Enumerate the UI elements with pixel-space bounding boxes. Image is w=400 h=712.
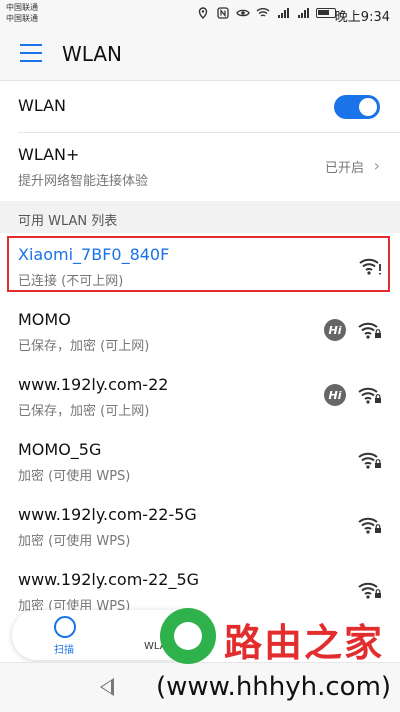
signal-4g-icon xyxy=(276,6,290,20)
network-row-3[interactable]: MOMO_5G 加密 (可使用 WPS) xyxy=(0,430,400,492)
network-status: 加密 (可使用 WPS) xyxy=(18,469,131,484)
toggle-knob xyxy=(359,98,377,116)
hi-icon: Hi xyxy=(324,319,346,341)
network-row-2[interactable]: www.192ly.com-22 已保存，加密 (可上网) Hi xyxy=(0,365,400,427)
highlight-box xyxy=(7,236,390,292)
page-title: WLAN xyxy=(62,42,123,66)
menu-icon[interactable] xyxy=(20,44,42,62)
wlan-row[interactable]: WLAN xyxy=(0,81,400,133)
watermark-title: 路由之家 xyxy=(224,621,385,665)
back-icon[interactable] xyxy=(100,678,114,696)
status-time: 晚上9:34 xyxy=(334,10,390,25)
status-icons xyxy=(196,6,336,20)
battery-icon xyxy=(316,8,336,18)
nfc-icon xyxy=(216,6,230,20)
network-status: 已保存，加密 (可上网) xyxy=(18,404,150,419)
status-bar: 中国联通 中国联通 晚上9:34 xyxy=(0,0,400,28)
network-name: www.192ly.com-22_5G xyxy=(18,570,200,589)
network-row-1[interactable]: MOMO 已保存，加密 (可上网) Hi xyxy=(0,300,400,362)
wlan-toggle[interactable] xyxy=(334,95,380,119)
network-name: MOMO xyxy=(18,310,71,329)
watermark-url: (www.hhhyh.com) xyxy=(156,672,392,702)
eye-icon xyxy=(236,6,250,20)
wifi-locked-icon xyxy=(358,452,381,469)
carrier-1: 中国联通 xyxy=(6,3,38,12)
wifi-locked-icon xyxy=(358,517,381,534)
signal-2g-icon xyxy=(296,6,310,20)
wifi-status-icon xyxy=(256,6,270,20)
wifi-locked-icon xyxy=(358,582,381,599)
network-name: www.192ly.com-22 xyxy=(18,375,169,394)
network-status: 加密 (可使用 WPS) xyxy=(18,534,131,549)
location-icon xyxy=(196,6,210,20)
wlan-label: WLAN xyxy=(18,96,67,115)
network-status: 已保存，加密 (可上网) xyxy=(18,339,150,354)
watermark: 路由之家 (www.hhhyh.com) xyxy=(150,600,400,711)
scan-icon xyxy=(54,616,76,638)
network-row-4[interactable]: www.192ly.com-22-5G 加密 (可使用 WPS) xyxy=(0,495,400,557)
wifi-locked-icon xyxy=(358,387,381,404)
scan-label: 扫描 xyxy=(54,645,74,656)
watermark-logo-icon xyxy=(160,608,216,664)
wifi-locked-icon xyxy=(358,322,381,339)
divider xyxy=(18,132,400,133)
chevron-right-icon: › xyxy=(373,156,380,175)
wlan-plus-row[interactable]: WLAN+ 提升网络智能连接体验 已开启 › xyxy=(0,134,400,201)
section-header-label: 可用 WLAN 列表 xyxy=(18,214,118,229)
app-toolbar: WLAN xyxy=(0,28,400,81)
wlan-plus-state: 已开启 xyxy=(324,161,364,176)
network-name: MOMO_5G xyxy=(18,440,102,459)
carrier-2: 中国联通 xyxy=(6,14,38,23)
section-header: 可用 WLAN 列表 xyxy=(0,201,400,233)
hi-icon: Hi xyxy=(324,384,346,406)
network-name: www.192ly.com-22-5G xyxy=(18,505,197,524)
wlan-plus-subtitle: 提升网络智能连接体验 xyxy=(18,174,149,189)
wlan-plus-label: WLAN+ xyxy=(18,145,80,164)
